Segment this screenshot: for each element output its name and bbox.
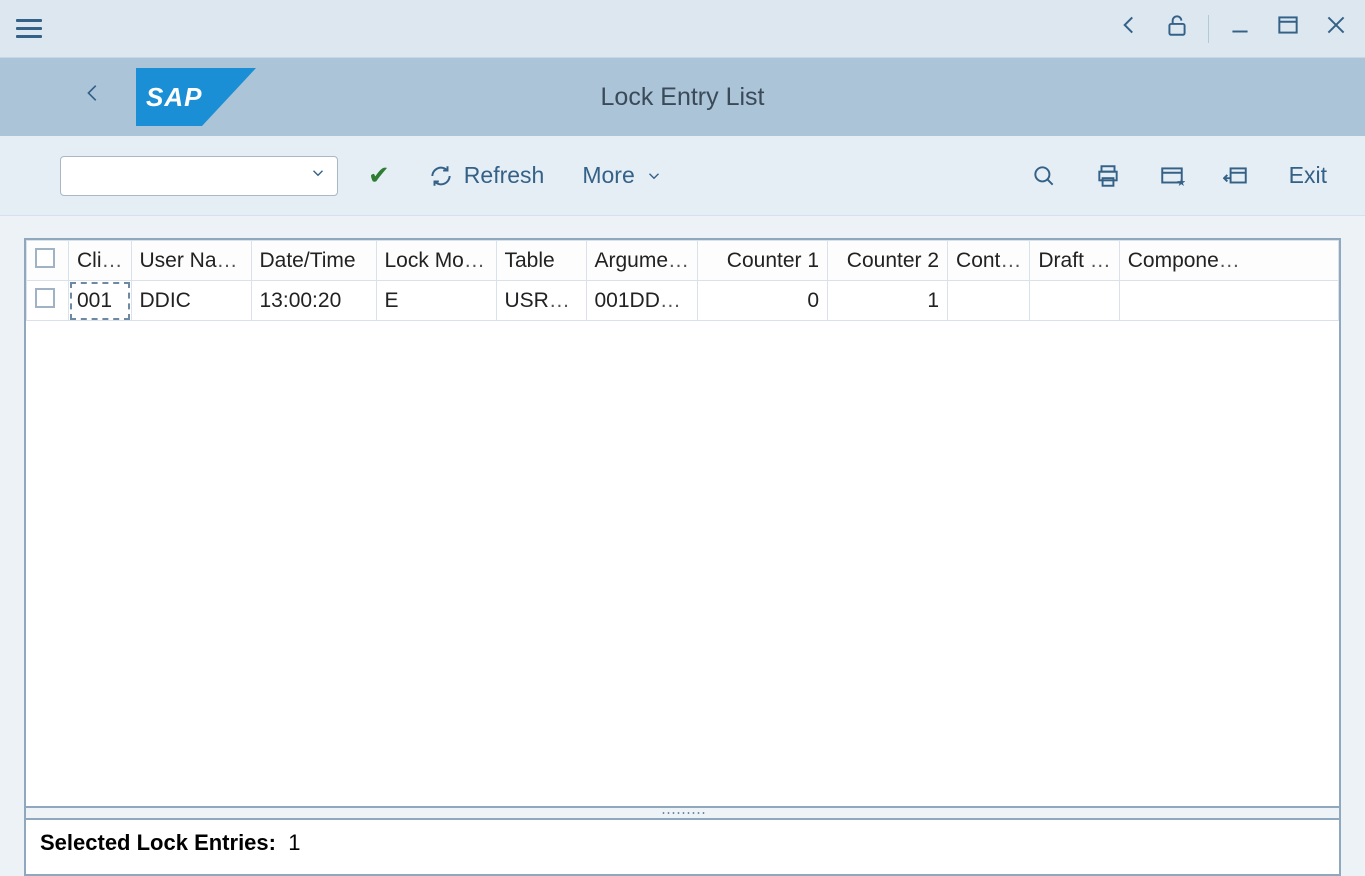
checkbox-icon (35, 248, 55, 268)
cell-counter1[interactable]: 0 (698, 281, 828, 321)
refresh-button[interactable]: Refresh (420, 156, 553, 195)
chevron-down-icon (645, 167, 663, 185)
refresh-label: Refresh (464, 162, 545, 189)
cell-argument[interactable]: 001DD (586, 281, 698, 321)
cell-client[interactable]: 001 (69, 281, 132, 321)
new-window-button[interactable]: ★ (1151, 157, 1193, 195)
minimize-icon[interactable] (1223, 8, 1257, 49)
col-draft[interactable]: Draft (1030, 241, 1119, 281)
refresh-icon (428, 163, 454, 189)
menu-icon[interactable] (10, 8, 48, 49)
maximize-icon[interactable] (1271, 8, 1305, 49)
nav-back-icon[interactable] (1112, 8, 1146, 49)
divider (1208, 15, 1209, 43)
col-client[interactable]: Cli (69, 241, 132, 281)
unlock-icon[interactable] (1160, 8, 1194, 49)
new-window-icon: ★ (1159, 163, 1185, 189)
check-icon: ✔ (368, 160, 390, 191)
toolbar: ✔ Refresh More ★ Exit (0, 136, 1365, 216)
search-icon (1031, 163, 1057, 189)
cell-component[interactable] (1119, 281, 1338, 321)
table-header-row: Cli User Na Date/Time Lock Mo Table Argu… (27, 241, 1339, 281)
command-field[interactable] (60, 156, 338, 196)
col-table[interactable]: Table (496, 241, 586, 281)
cell-lockmode[interactable]: E (376, 281, 496, 321)
print-icon (1095, 163, 1121, 189)
app-header: SAP Lock Entry List (0, 58, 1365, 136)
col-user[interactable]: User Na (131, 241, 251, 281)
exit-window-icon (1223, 163, 1249, 189)
search-button[interactable] (1023, 157, 1065, 195)
status-label: Selected Lock Entries: (40, 830, 276, 855)
close-icon[interactable] (1319, 8, 1353, 49)
col-component[interactable]: Compone (1119, 241, 1338, 281)
cell-datetime[interactable]: 13:00:20 (251, 281, 376, 321)
sap-logo: SAP (136, 68, 256, 126)
content: Cli User Na Date/Time Lock Mo Table Argu… (0, 216, 1365, 876)
chevron-down-icon (309, 164, 327, 187)
status-value: 1 (288, 830, 300, 855)
table-row[interactable]: 001 DDIC 13:00:20 E USR 001DD 0 1 (27, 281, 1339, 321)
status-bar: Selected Lock Entries: 1 (24, 820, 1341, 876)
splitter-handle[interactable] (24, 808, 1341, 820)
col-counter2[interactable]: Counter 2 (828, 241, 948, 281)
sap-logo-text: SAP (136, 68, 256, 126)
select-all-header[interactable] (27, 241, 69, 281)
cell-user[interactable]: DDIC (131, 281, 251, 321)
grid-panel: Cli User Na Date/Time Lock Mo Table Argu… (24, 238, 1341, 808)
checkbox-icon (35, 288, 55, 308)
accept-button[interactable]: ✔ (360, 154, 398, 197)
more-button[interactable]: More (574, 156, 670, 195)
lock-entries-table: Cli User Na Date/Time Lock Mo Table Argu… (26, 240, 1339, 321)
cell-counter2[interactable]: 1 (828, 281, 948, 321)
cell-draft[interactable] (1030, 281, 1119, 321)
col-context[interactable]: Cont (948, 241, 1030, 281)
print-button[interactable] (1087, 157, 1129, 195)
col-argument[interactable]: Argume (586, 241, 698, 281)
exit-button[interactable]: Exit (1279, 156, 1337, 195)
cell-context[interactable] (948, 281, 1030, 321)
system-bar (0, 0, 1365, 58)
col-lockmode[interactable]: Lock Mo (376, 241, 496, 281)
col-datetime[interactable]: Date/Time (251, 241, 376, 281)
row-select[interactable] (27, 281, 69, 321)
more-label: More (582, 162, 634, 189)
svg-text:★: ★ (1176, 176, 1185, 188)
exit-window-button[interactable] (1215, 157, 1257, 195)
grip-icon (661, 811, 705, 815)
back-button[interactable] (70, 70, 116, 125)
cell-table[interactable]: USR (496, 281, 586, 321)
col-counter1[interactable]: Counter 1 (698, 241, 828, 281)
